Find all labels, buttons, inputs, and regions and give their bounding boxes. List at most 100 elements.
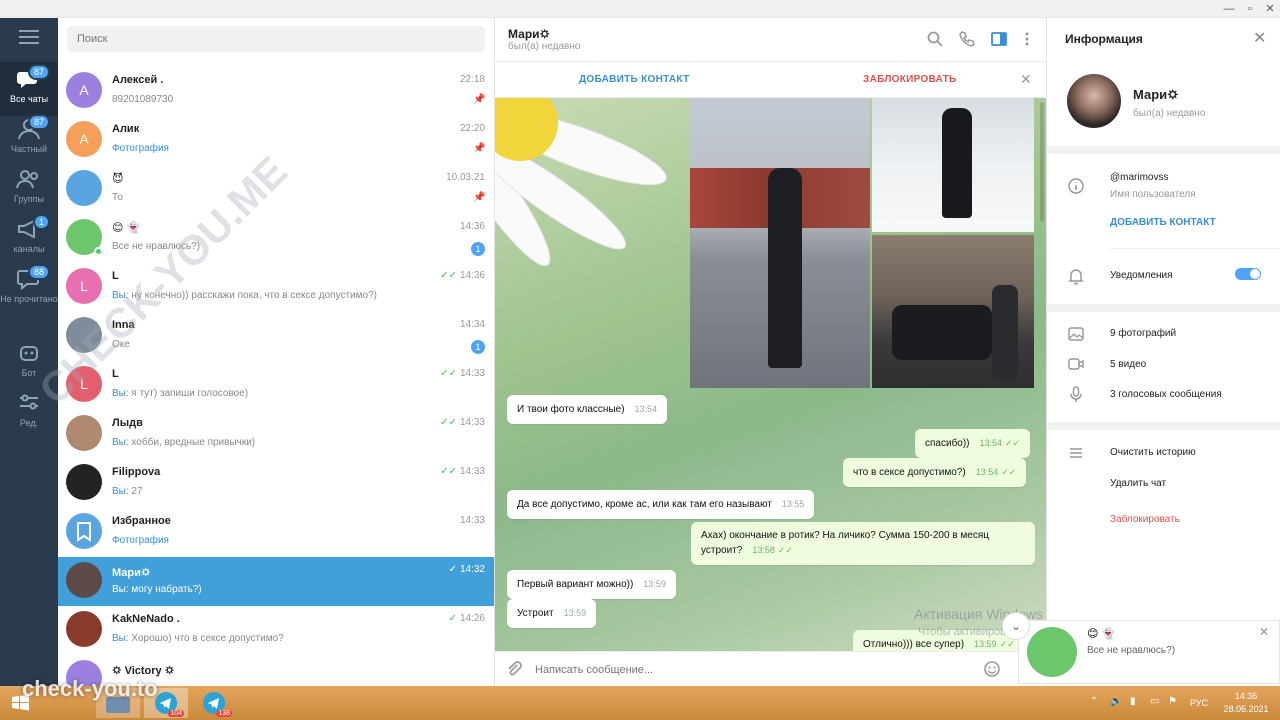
- voice-messages-link[interactable]: 3 голосовых сообщения: [1110, 389, 1222, 400]
- chat-item[interactable]: KakNeNado . ✓ 14:26 Вы: Хорошо) что в сек…: [58, 606, 494, 655]
- folder-private[interactable]: 87 Частный: [0, 112, 58, 166]
- photos-link[interactable]: 9 фотографий: [1110, 328, 1176, 339]
- photo-car[interactable]: [872, 235, 1034, 388]
- folder-badge: 88: [27, 264, 50, 280]
- add-contact-button[interactable]: ДОБАВИТЬ КОНТАКТ: [579, 74, 689, 85]
- notifications-label: Уведомления: [1110, 270, 1173, 281]
- more-vertical-icon[interactable]: [1018, 30, 1036, 48]
- folder-groups[interactable]: Группы: [0, 162, 58, 216]
- language-indicator[interactable]: РУС: [1190, 698, 1208, 708]
- photo-icon: [1067, 325, 1085, 343]
- conversation-status: был(а) недавно: [508, 41, 581, 52]
- close-window-button[interactable]: ✕: [1263, 2, 1277, 16]
- message-bubble-outgoing[interactable]: спасибо)) 13:54 ✓✓: [915, 429, 1031, 458]
- chat-item-active[interactable]: Мари🌣 ✓ 14:32 Вы: могу набрать?): [58, 557, 494, 606]
- chat-item[interactable]: L L ✓✓ 14:33 Вы: я тут) запиши голосовое): [58, 361, 494, 410]
- message-bubble-outgoing[interactable]: что в сексе допустимо?) 13:54 ✓✓: [843, 458, 1027, 487]
- message-bubble[interactable]: Устроит 13:59: [507, 599, 597, 628]
- chat-time: 14:33: [459, 515, 485, 526]
- notification-popup[interactable]: 😊 👻 Все не нравлюсь?) ✕: [1018, 620, 1280, 684]
- network-icon[interactable]: ▮: [1130, 696, 1136, 707]
- folder-unread[interactable]: 88 Не прочитано: [0, 262, 58, 328]
- avatar: [66, 562, 102, 598]
- folder-all-chats[interactable]: 87 Все чаты: [0, 62, 58, 116]
- unread-badge: 1: [471, 242, 485, 256]
- chat-preview: Вы: я тут) запиши голосовое): [112, 388, 249, 399]
- avatar: [66, 464, 102, 500]
- chat-name: Алексей .: [112, 74, 164, 86]
- battery-icon[interactable]: ▭: [1150, 696, 1159, 707]
- add-contact-link[interactable]: ДОБАВИТЬ КОНТАКТ: [1110, 217, 1216, 228]
- chat-time: 10.03.21: [446, 172, 485, 183]
- daisy-wallpaper-image: [495, 98, 667, 267]
- chat-time: ✓ 14:32: [448, 564, 485, 575]
- divider: [1047, 146, 1280, 154]
- chat-name: L: [112, 368, 119, 380]
- avatar: [66, 415, 102, 451]
- clear-history-button[interactable]: Очистить историю: [1110, 447, 1196, 458]
- message-bubble[interactable]: И твои фото классные) 13:54: [507, 395, 668, 424]
- username-value[interactable]: @marimovss: [1110, 172, 1169, 183]
- info-panel: Информация ✕ Мари🌣 был(а) недавно @marim…: [1046, 18, 1280, 686]
- unread-badge: 1: [471, 340, 485, 354]
- folder-label: Группы: [14, 194, 44, 204]
- tray-chevron-icon[interactable]: ⌃: [1090, 696, 1098, 707]
- photo-red-square[interactable]: [690, 98, 870, 388]
- close-icon[interactable]: ✕: [1253, 28, 1266, 48]
- double-check-icon: ✓✓: [1005, 438, 1021, 448]
- close-icon[interactable]: ✕: [1259, 625, 1269, 639]
- avatar: L: [66, 268, 102, 304]
- emoji-icon[interactable]: [983, 660, 1001, 678]
- delete-chat-button[interactable]: Удалить чат: [1110, 478, 1166, 489]
- check-icon: ✓: [448, 564, 457, 575]
- message-input[interactable]: [535, 662, 975, 678]
- block-button[interactable]: ЗАБЛОКИРОВАТЬ: [863, 74, 956, 85]
- chat-item[interactable]: А Алик 22:20 Фотография 📌: [58, 116, 494, 165]
- chat-time: ✓✓ 14:36: [440, 270, 485, 281]
- videos-link[interactable]: 5 видео: [1110, 359, 1146, 370]
- menu-icon[interactable]: [19, 30, 39, 44]
- video-icon: [1067, 355, 1085, 373]
- paperclip-icon[interactable]: [505, 660, 523, 678]
- photo-snow[interactable]: [872, 98, 1034, 232]
- chat-item[interactable]: А Алексей . 22:18 89201089730 📌: [58, 67, 494, 116]
- chat-item-saved[interactable]: Избранное 14:33 Фотография: [58, 508, 494, 557]
- message-bubble-outgoing[interactable]: Ахах) окончание в ротик? На личико? Сумм…: [691, 522, 1035, 565]
- close-icon[interactable]: ✕: [1020, 71, 1032, 88]
- chat-preview: Фотография: [112, 535, 169, 546]
- folder-channels[interactable]: 1 каналы: [0, 212, 58, 266]
- phone-icon[interactable]: [958, 30, 976, 48]
- pin-icon: 📌: [473, 143, 486, 154]
- microphone-icon: [1067, 385, 1085, 403]
- sidebar-toggle-icon[interactable]: [990, 30, 1008, 48]
- chat-time: 14:36: [459, 221, 485, 232]
- avatar[interactable]: [1067, 74, 1121, 128]
- flag-icon[interactable]: ⚑: [1168, 696, 1177, 707]
- search-icon[interactable]: [926, 30, 944, 48]
- block-user-button[interactable]: Заблокировать: [1110, 514, 1180, 525]
- folder-label: каналы: [13, 244, 45, 254]
- avatar: А: [66, 72, 102, 108]
- message-bubble[interactable]: Да все допустимо, кроме ас, или как там …: [507, 490, 815, 519]
- taskbar-clock[interactable]: 14:36 28.06.2021: [1216, 690, 1276, 716]
- taskbar: 104 138 ⌃ 🔈 ▮ ▭ ⚑ РУС 14:36 28.06.2021: [0, 686, 1280, 720]
- chat-item[interactable]: Filippova ✓✓ 14:33 Вы: 27: [58, 459, 494, 508]
- chat-item[interactable]: 😊 👻 14:36 Все не нравлюсь?) 1: [58, 214, 494, 263]
- chat-item[interactable]: Лыдв ✓✓ 14:33 Вы: хобби, вредные привычки…: [58, 410, 494, 459]
- search-input[interactable]: [67, 26, 485, 52]
- message-bubble[interactable]: Первый вариант можно)) 13:59: [507, 570, 676, 599]
- messages-scrollbar[interactable]: [1040, 102, 1044, 222]
- speaker-icon[interactable]: 🔈: [1110, 696, 1122, 707]
- folder-label: Не прочитано: [0, 294, 58, 304]
- minimize-button[interactable]: —: [1222, 2, 1236, 16]
- sliders-icon: [20, 394, 38, 410]
- folder-label: Частный: [10, 144, 48, 154]
- taskbar-app-telegram-2[interactable]: 138: [192, 688, 236, 718]
- maximize-button[interactable]: ▫: [1243, 2, 1257, 16]
- chat-preview: Фотография: [112, 143, 169, 154]
- scroll-down-icon[interactable]: ⌄: [1002, 612, 1030, 640]
- double-check-icon: ✓✓: [999, 639, 1015, 649]
- folder-badge: 1: [32, 214, 50, 230]
- double-check-icon: ✓✓: [440, 417, 457, 428]
- notifications-toggle[interactable]: [1235, 268, 1261, 280]
